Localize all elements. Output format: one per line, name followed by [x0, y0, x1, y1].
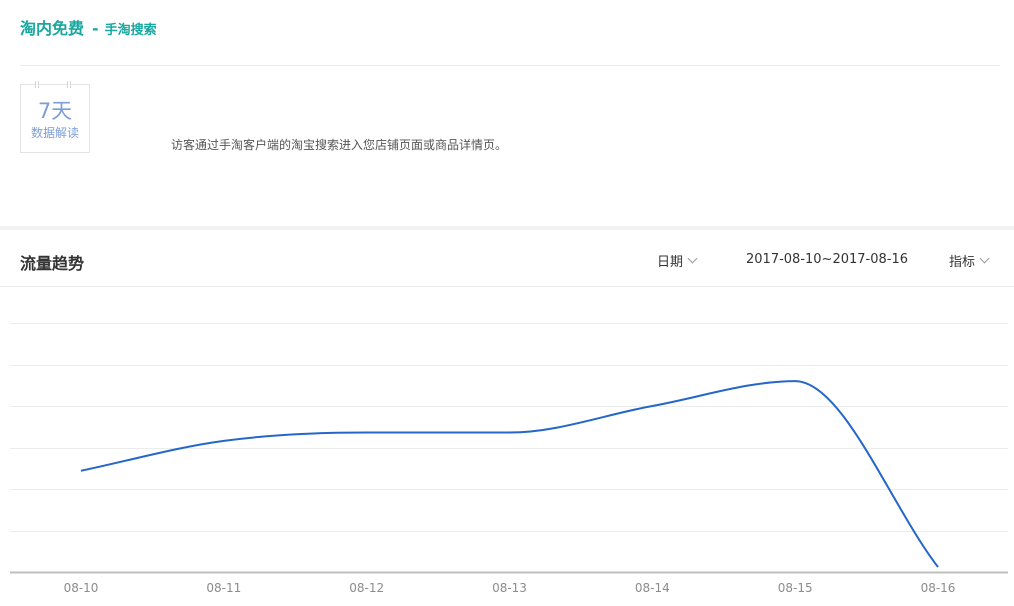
badge-label: 数据解读 — [30, 126, 79, 140]
trend-header: 流量趋势 日期 2017-08-10~2017-08-16 指标 — [0, 230, 1014, 287]
series-line — [80, 380, 939, 568]
date-dropdown-label: 日期 — [657, 255, 684, 270]
x-tick-label: 08-11 — [206, 581, 241, 595]
trend-chart: 08-10 08-11 08-12 08-13 08-14 08-15 08-16 — [0, 288, 1014, 606]
seven-day-insight-badge[interactable]: 7天 数据解读 — [20, 81, 90, 153]
date-range-picker[interactable]: 2017-08-10~2017-08-16 — [746, 252, 908, 267]
badge-days: 7天 — [37, 99, 73, 123]
x-tick-label: 08-15 — [778, 581, 813, 595]
x-tick-label: 08-14 — [635, 581, 670, 595]
date-dropdown[interactable]: 日期 — [657, 251, 698, 270]
channel-title: 淘内免费 — [20, 19, 85, 38]
metric-dropdown-label: 指标 — [949, 255, 976, 270]
channel-header: 淘内免费 - 手淘搜索 — [20, 15, 157, 38]
chevron-down-icon — [687, 253, 698, 263]
badge-tab-icon — [35, 81, 39, 88]
x-tick-label: 08-12 — [349, 581, 384, 595]
channel-description: 访客通过手淘客户端的淘宝搜索进入您店铺页面或商品详情页。 — [171, 138, 508, 152]
x-tick-label: 08-13 — [492, 581, 527, 595]
x-tick-label: 08-10 — [64, 581, 99, 595]
channel-info-panel: 淘内免费 - 手淘搜索 7天 数据解读 访客通过手淘客户端的淘宝搜索进入您店铺页… — [0, 0, 1014, 226]
channel-subtitle: 手淘搜索 — [104, 23, 157, 38]
trend-chart-svg: 08-10 08-11 08-12 08-13 08-14 08-15 08-16 — [10, 323, 1008, 595]
divider — [20, 65, 1000, 66]
chevron-down-icon — [979, 253, 990, 263]
header-separator: - — [92, 19, 99, 38]
x-tick-label: 08-16 — [921, 581, 956, 595]
metric-dropdown[interactable]: 指标 — [949, 251, 990, 270]
badge-tab-icon — [67, 81, 71, 88]
trend-title: 流量趋势 — [20, 254, 85, 273]
